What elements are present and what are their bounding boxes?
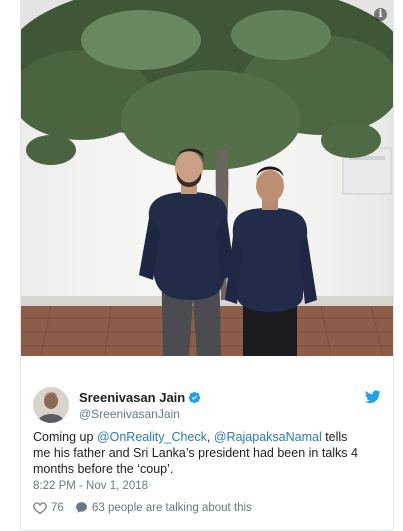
- comment-icon: [76, 502, 87, 513]
- author-name-text[interactable]: Sreenivasan Jain: [79, 390, 185, 405]
- photo-scene: [21, 0, 393, 356]
- heart-icon: [33, 502, 47, 514]
- mention-link[interactable]: @OnReality_Check: [97, 430, 207, 444]
- tweet-actions: 76 63 people are talking about this: [33, 501, 260, 517]
- tweet-photo[interactable]: i: [21, 0, 393, 356]
- info-icon[interactable]: i: [374, 8, 387, 21]
- author-handle[interactable]: @SreenivasanJain: [79, 407, 180, 421]
- talking-link[interactable]: 63 people are talking about this: [75, 501, 252, 514]
- talking-label: 63 people are talking about this: [92, 501, 252, 514]
- mention-link[interactable]: @RajapaksaNamal: [214, 430, 322, 444]
- tweet-text: Coming up @OnReality_Check, @RajapaksaNa…: [33, 429, 363, 477]
- like-button[interactable]: 76: [33, 501, 64, 514]
- tweet-text-prefix: Coming up: [33, 430, 97, 444]
- tweet-timestamp[interactable]: 8:22 PM - Nov 1, 2018: [33, 480, 148, 492]
- twitter-bird-icon[interactable]: [365, 390, 381, 404]
- verified-badge-icon: [189, 391, 201, 404]
- like-count: 76: [51, 501, 64, 514]
- author-name[interactable]: Sreenivasan Jain: [79, 390, 201, 405]
- tweet-text-middle: ,: [206, 430, 214, 444]
- embedded-tweet-card: i Sreenivasan Jain @SreenivasanJain Comi…: [20, 0, 394, 531]
- tweet-author: Sreenivasan Jain @SreenivasanJain: [33, 387, 383, 423]
- avatar[interactable]: [33, 387, 69, 423]
